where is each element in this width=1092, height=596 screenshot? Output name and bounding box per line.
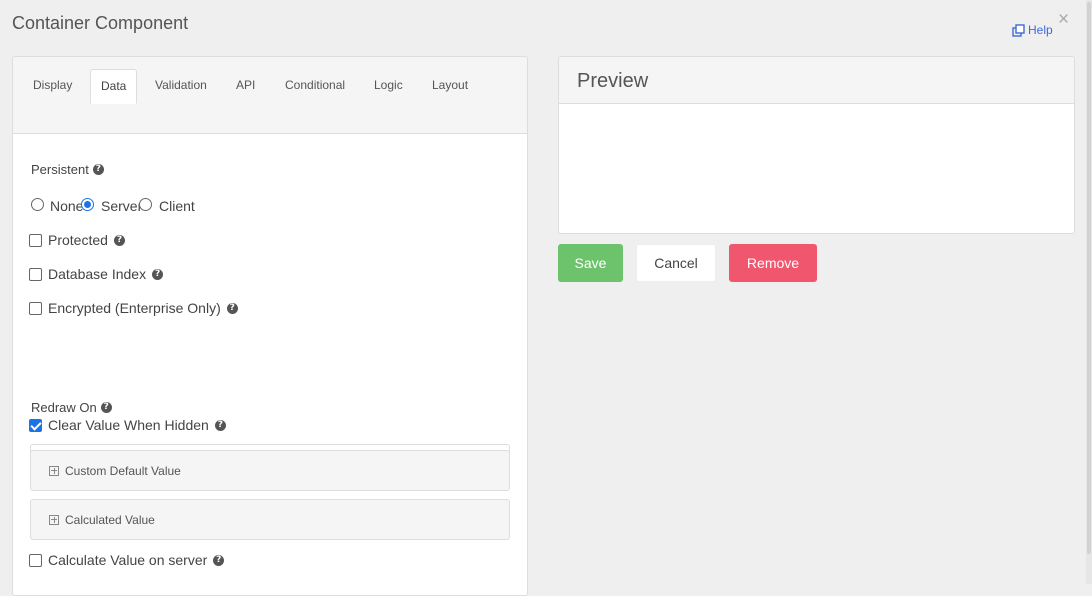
redraw-on-label-text: Redraw On bbox=[31, 400, 97, 415]
question-circle-icon[interactable]: ? bbox=[214, 419, 226, 431]
question-circle-icon[interactable]: ? bbox=[113, 234, 125, 246]
persistent-label-text: Persistent bbox=[31, 162, 89, 177]
tab-logic[interactable]: Logic bbox=[364, 69, 413, 103]
question-circle-icon[interactable]: ? bbox=[213, 554, 225, 566]
custom-default-value-panel[interactable]: Custom Default Value bbox=[30, 450, 510, 491]
tab-layout[interactable]: Layout bbox=[422, 69, 478, 103]
cancel-button[interactable]: Cancel bbox=[636, 244, 716, 282]
custom-default-value-label[interactable]: Custom Default Value bbox=[65, 464, 181, 478]
tab-validation[interactable]: Validation bbox=[145, 69, 217, 103]
preview-panel: Preview bbox=[558, 56, 1075, 234]
encrypted-label[interactable]: Encrypted (Enterprise Only) bbox=[48, 300, 221, 316]
encrypted-checkbox[interactable] bbox=[29, 301, 42, 315]
question-circle-icon[interactable]: ? bbox=[226, 302, 238, 314]
clear-value-label[interactable]: Clear Value When Hidden bbox=[48, 417, 209, 433]
modal-title: Container Component bbox=[12, 13, 189, 33]
help-link[interactable]: Help bbox=[1012, 23, 1053, 37]
component-settings-panel: Display Data Validation API Conditional … bbox=[12, 56, 528, 596]
calculate-server-option[interactable]: Calculate Value on server ? bbox=[29, 552, 225, 568]
tab-display[interactable]: Display bbox=[23, 69, 82, 103]
question-circle-icon[interactable]: ? bbox=[92, 164, 104, 175]
radio-none[interactable] bbox=[31, 198, 44, 211]
radio-server-label[interactable]: Server bbox=[101, 198, 142, 214]
tab-api[interactable]: API bbox=[226, 69, 265, 103]
protected-checkbox[interactable] bbox=[29, 233, 42, 247]
question-circle-icon[interactable]: ? bbox=[100, 402, 112, 413]
radio-server[interactable] bbox=[81, 198, 94, 211]
radio-none-label[interactable]: None bbox=[50, 198, 83, 214]
radio-client-label[interactable]: Client bbox=[159, 198, 195, 214]
database-index-label[interactable]: Database Index bbox=[48, 266, 146, 282]
question-circle-icon[interactable]: ? bbox=[152, 268, 164, 280]
persistent-label: Persistent ? bbox=[31, 162, 104, 177]
save-button[interactable]: Save bbox=[558, 244, 623, 282]
expand-icon[interactable] bbox=[49, 465, 59, 476]
expand-icon[interactable] bbox=[49, 514, 59, 525]
clear-value-checkbox[interactable] bbox=[29, 418, 42, 432]
help-label: Help bbox=[1028, 23, 1053, 37]
protected-option[interactable]: Protected ? bbox=[29, 232, 125, 248]
encrypted-option[interactable]: Encrypted (Enterprise Only) ? bbox=[29, 300, 238, 316]
tab-data[interactable]: Data bbox=[90, 69, 138, 104]
calculated-value-label[interactable]: Calculated Value bbox=[65, 513, 155, 527]
calculate-server-label[interactable]: Calculate Value on server bbox=[48, 552, 207, 568]
scrollbar-thumb[interactable] bbox=[1087, 2, 1091, 554]
calculated-value-panel[interactable]: Calculated Value bbox=[30, 499, 510, 540]
close-icon[interactable]: × bbox=[1058, 10, 1069, 29]
database-index-option[interactable]: Database Index ? bbox=[29, 266, 164, 282]
remove-button[interactable]: Remove bbox=[729, 244, 817, 282]
tab-bar: Display Data Validation API Conditional … bbox=[13, 57, 527, 134]
preview-title: Preview bbox=[559, 57, 1074, 104]
clear-value-option[interactable]: Clear Value When Hidden ? bbox=[29, 417, 226, 433]
radio-client[interactable] bbox=[139, 198, 152, 211]
protected-label[interactable]: Protected bbox=[48, 232, 108, 248]
tab-conditional[interactable]: Conditional bbox=[275, 69, 355, 103]
database-index-checkbox[interactable] bbox=[29, 267, 42, 281]
redraw-on-label: Redraw On ? bbox=[31, 400, 112, 415]
external-link-icon bbox=[1012, 23, 1025, 37]
calculate-server-checkbox[interactable] bbox=[29, 553, 42, 567]
